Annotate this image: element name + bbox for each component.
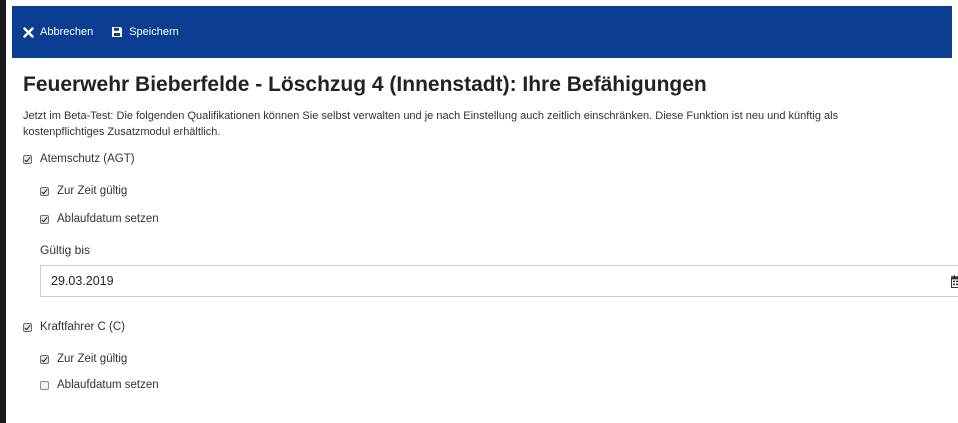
currently-valid-label: Zur Zeit gültig (57, 185, 128, 197)
qualification-checkbox[interactable] (23, 154, 32, 164)
intro-text: Jetzt im Beta-Test: Die folgenden Qualif… (23, 110, 839, 138)
currently-valid-option[interactable]: Zur Zeit gültig (23, 185, 958, 197)
set-expiry-label: Ablaufdatum setzen (57, 213, 159, 225)
toolbar: Abbrechen Speichern (12, 6, 952, 58)
save-button-label: Speichern (129, 26, 179, 38)
currently-valid-checkbox[interactable] (40, 186, 49, 196)
qualification-label: Kraftfahrer C (C) (40, 321, 125, 333)
qualification-kraftfahrer[interactable]: Kraftfahrer C (C) (23, 321, 958, 333)
close-icon (23, 26, 34, 38)
calendar-icon[interactable] (951, 275, 958, 288)
set-expiry-label: Ablaufdatum setzen (57, 379, 159, 391)
save-icon (112, 27, 123, 37)
cancel-button[interactable]: Abbrechen (23, 26, 93, 38)
currently-valid-label: Zur Zeit gültig (57, 353, 128, 365)
qualification-atemschutz[interactable]: Atemschutz (AGT) (23, 153, 958, 165)
main-content: Feuerwehr Bieberfelde - Löschzug 4 (Inne… (23, 58, 958, 391)
set-expiry-option[interactable]: Ablaufdatum setzen (23, 379, 958, 391)
qualification-checkbox[interactable] (23, 322, 32, 332)
save-button[interactable]: Speichern (111, 26, 179, 38)
set-expiry-checkbox[interactable] (40, 214, 49, 224)
valid-until-group: Gültig bis 29.03.2019 (23, 243, 958, 297)
valid-until-label: Gültig bis (40, 243, 91, 257)
valid-until-date-input[interactable]: 29.03.2019 (40, 265, 958, 297)
cancel-button-label: Abbrechen (40, 26, 94, 38)
set-expiry-checkbox[interactable] (40, 380, 49, 390)
page-title: Feuerwehr Bieberfelde - Löschzug 4 (Inne… (23, 73, 707, 96)
currently-valid-option[interactable]: Zur Zeit gültig (23, 353, 958, 365)
valid-until-value: 29.03.2019 (51, 274, 114, 288)
app-frame: Abbrechen Speichern Feuerwehr Bieberfeld… (0, 0, 958, 423)
currently-valid-checkbox[interactable] (40, 354, 49, 364)
set-expiry-option[interactable]: Ablaufdatum setzen (23, 213, 958, 225)
qualification-label: Atemschutz (AGT) (40, 153, 135, 165)
